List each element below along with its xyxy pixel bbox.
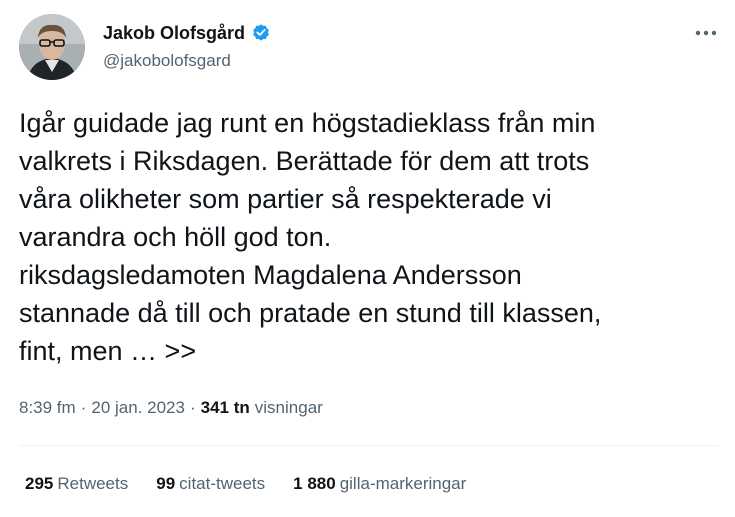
author-name[interactable]: Jakob Olofsgård [103, 22, 245, 44]
verified-badge-icon [253, 24, 269, 41]
tweet-date[interactable]: 20 jan. 2023 [91, 398, 185, 418]
views-label: visningar [254, 398, 323, 417]
more-horizontal-icon[interactable] [693, 20, 719, 46]
likes-count: 1 880 [293, 474, 336, 493]
quote-tweets-label: citat-tweets [179, 474, 266, 493]
avatar[interactable] [19, 14, 85, 80]
tweet-stats: 295 Retweets 99 citat-tweets 1 880 gilla… [25, 474, 466, 494]
tweet-time[interactable]: 8:39 fm [19, 398, 76, 418]
author-name-row: Jakob Olofsgård [103, 22, 271, 44]
author-handle[interactable]: @jakobolofsgard [103, 51, 231, 71]
views-count: 341 tn [200, 398, 250, 417]
quote-tweets-stat[interactable]: 99 citat-tweets [156, 474, 265, 494]
retweets-count: 295 [25, 474, 54, 493]
quote-tweets-count: 99 [156, 474, 176, 493]
likes-label: gilla-markeringar [339, 474, 467, 493]
tweet-meta: 8:39 fm · 20 jan. 2023 · 341 tn visninga… [19, 398, 323, 418]
tweet-text: Igår guidade jag runt en högstadieklass … [19, 108, 602, 366]
retweets-label: Retweets [57, 474, 129, 493]
likes-stat[interactable]: 1 880 gilla-markeringar [293, 474, 466, 494]
profile-photo [19, 14, 85, 80]
divider [19, 445, 719, 446]
retweets-stat[interactable]: 295 Retweets [25, 474, 128, 494]
meta-separator: · [189, 398, 196, 417]
meta-separator: · [80, 398, 87, 417]
